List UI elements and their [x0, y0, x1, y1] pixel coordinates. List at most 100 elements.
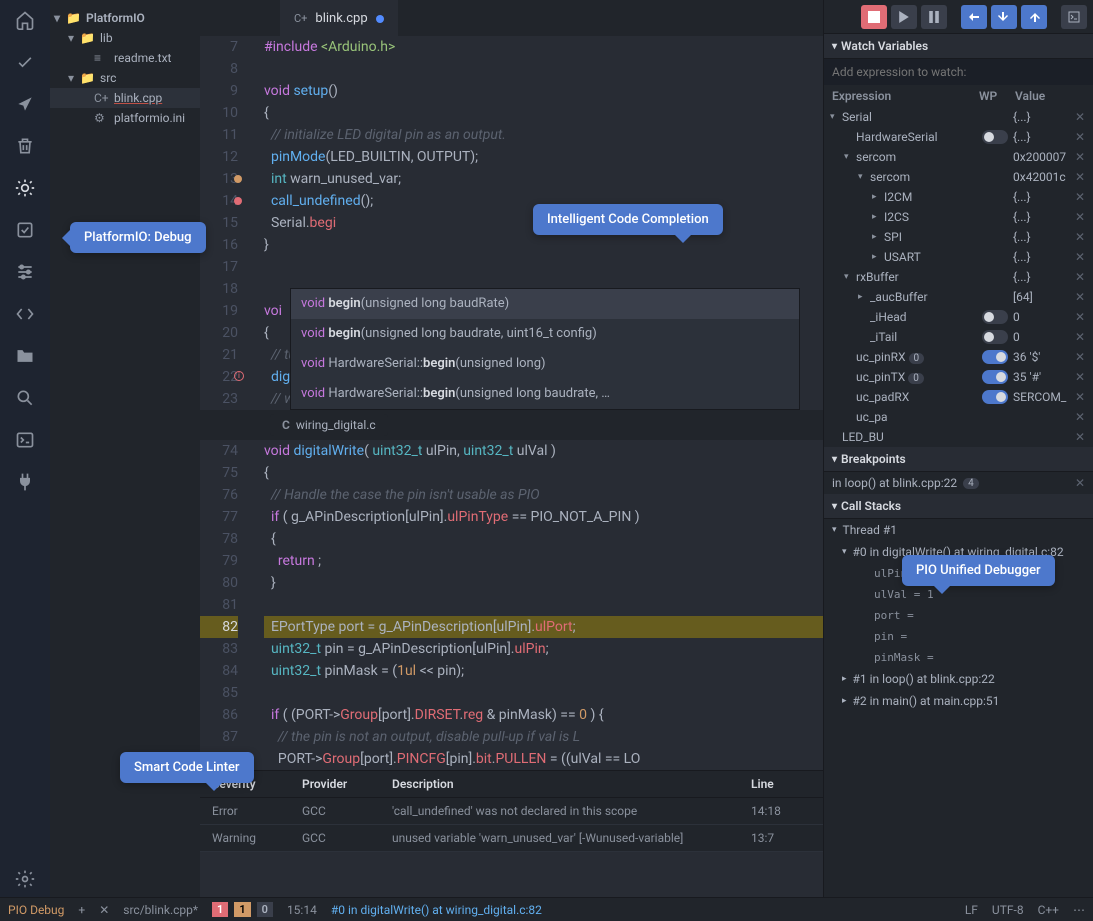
- error-marker[interactable]: [234, 197, 242, 205]
- tab-wiring[interactable]: C wiring_digital.c: [270, 414, 388, 436]
- tree-item-readme-txt[interactable]: ≡readme.txt: [50, 48, 200, 68]
- ac-item[interactable]: void HardwareSerial::begin(unsigned long…: [291, 349, 799, 379]
- var-row[interactable]: ▾sercom0x42001c✕: [824, 167, 1093, 187]
- remove-icon[interactable]: ✕: [1073, 430, 1087, 444]
- trash-icon[interactable]: [13, 134, 37, 158]
- remove-icon[interactable]: ✕: [1073, 190, 1087, 204]
- watchpoint-toggle[interactable]: [982, 330, 1008, 344]
- sliders-icon[interactable]: [13, 260, 37, 284]
- status-file[interactable]: src/blink.cpp*: [123, 903, 198, 917]
- upload-icon[interactable]: [13, 92, 37, 116]
- lint-row[interactable]: ErrorGCC'call_undefined' was not declare…: [200, 798, 823, 825]
- var-row[interactable]: ▾rxBuffer{...}✕: [824, 267, 1093, 287]
- thread-row[interactable]: ▾Thread #1: [824, 519, 1093, 541]
- tree-item-lib[interactable]: ▾📁lib: [50, 28, 200, 48]
- remove-icon[interactable]: ✕: [1073, 310, 1087, 324]
- editor-2[interactable]: 747576777879808182838485868788 void digi…: [200, 440, 823, 770]
- remove-icon[interactable]: ✕: [1073, 270, 1087, 284]
- remove-icon[interactable]: ✕: [1073, 330, 1087, 344]
- watch-header[interactable]: ▾Watch Variables: [824, 34, 1093, 59]
- status-enc[interactable]: UTF-8: [992, 903, 1024, 917]
- callstacks-header[interactable]: ▾Call Stacks: [824, 494, 1093, 519]
- var-row[interactable]: ▾Serial{...}✕: [824, 107, 1093, 127]
- var-row[interactable]: ▸USART{...}✕: [824, 247, 1093, 267]
- var-row[interactable]: ▸I2CS{...}✕: [824, 207, 1093, 227]
- watch-input[interactable]: [824, 59, 1093, 85]
- remove-icon[interactable]: ✕: [1073, 290, 1087, 304]
- var-row[interactable]: _iHead0✕: [824, 307, 1093, 327]
- var-row[interactable]: uc_pa✕: [824, 407, 1093, 427]
- play-button[interactable]: [891, 5, 917, 29]
- ac-item[interactable]: void HardwareSerial::begin(unsigned long…: [291, 379, 799, 409]
- var-row[interactable]: LED_BU✕: [824, 427, 1093, 447]
- plug-icon[interactable]: [13, 470, 37, 494]
- tree-root[interactable]: ▾📁PlatformIO: [50, 8, 200, 28]
- remove-icon[interactable]: ✕: [1073, 250, 1087, 264]
- remove-icon[interactable]: ✕: [1073, 130, 1087, 144]
- remove-icon[interactable]: ✕: [1073, 410, 1087, 424]
- var-row[interactable]: ▾sercom0x200007✕: [824, 147, 1093, 167]
- folder-icon[interactable]: [13, 344, 37, 368]
- lint-h-description[interactable]: Description: [392, 777, 751, 791]
- terminal-icon[interactable]: [13, 428, 37, 452]
- remove-icon[interactable]: ✕: [1073, 370, 1087, 384]
- breakpoints-header[interactable]: ▾Breakpoints: [824, 447, 1093, 472]
- tab-blink[interactable]: C+ blink.cpp: [280, 0, 398, 36]
- breakpoint-marker[interactable]: i: [234, 371, 244, 381]
- code-icon[interactable]: [13, 302, 37, 326]
- watchpoint-toggle[interactable]: [982, 390, 1008, 404]
- tree-item-src[interactable]: ▾📁src: [50, 68, 200, 88]
- status-lf[interactable]: LF: [965, 903, 978, 917]
- watchpoint-toggle[interactable]: [982, 130, 1008, 144]
- var-row[interactable]: ▸I2CM{...}✕: [824, 187, 1093, 207]
- pause-button[interactable]: [921, 5, 947, 29]
- var-row[interactable]: ▸_aucBuffer[64]✕: [824, 287, 1093, 307]
- stack-frame[interactable]: ▸#1 in loop() at blink.cpp:22: [824, 668, 1093, 690]
- status-frame[interactable]: #0 in digitalWrite() at wiring_digital.c…: [331, 903, 542, 917]
- warning-marker[interactable]: [234, 175, 242, 183]
- var-row[interactable]: ▸SPI{...}✕: [824, 227, 1093, 247]
- lint-row[interactable]: WarningGCCunused variable 'warn_unused_v…: [200, 825, 823, 852]
- step-over-button[interactable]: [961, 5, 987, 29]
- stop-button[interactable]: [861, 5, 887, 29]
- status-diagnostics[interactable]: 1 1 0: [212, 902, 273, 917]
- remove-icon[interactable]: ✕: [1073, 170, 1087, 184]
- var-row[interactable]: uc_pinTX 035 '#'✕: [824, 367, 1093, 387]
- var-row[interactable]: _iTail0✕: [824, 327, 1093, 347]
- lint-h-provider[interactable]: Provider: [302, 777, 392, 791]
- watchpoint-toggle[interactable]: [982, 310, 1008, 324]
- remove-icon[interactable]: ✕: [1075, 476, 1085, 490]
- watchpoint-toggle[interactable]: [982, 370, 1008, 384]
- check-icon[interactable]: [13, 50, 37, 74]
- remove-icon[interactable]: ✕: [1073, 150, 1087, 164]
- lint-h-line[interactable]: Line: [751, 777, 811, 791]
- var-row[interactable]: uc_pinRX 036 '$'✕: [824, 347, 1093, 367]
- search-icon[interactable]: [13, 386, 37, 410]
- editor-1[interactable]: 7891011121314151617181920212223 i #inclu…: [200, 36, 823, 410]
- bug-icon[interactable]: [13, 176, 37, 200]
- ac-item[interactable]: void begin(unsigned long baudRate): [291, 289, 799, 319]
- ac-item[interactable]: void begin(unsigned long baudrate, uint1…: [291, 319, 799, 349]
- test-icon[interactable]: [13, 218, 37, 242]
- console-button[interactable]: [1061, 5, 1087, 29]
- home-icon[interactable]: [13, 8, 37, 32]
- step-out-button[interactable]: [1021, 5, 1047, 29]
- stack-frame[interactable]: ▸#2 in main() at main.cpp:51: [824, 690, 1093, 712]
- status-lang[interactable]: C++: [1038, 903, 1059, 917]
- remove-icon[interactable]: ✕: [1073, 230, 1087, 244]
- status-more[interactable]: ⋯: [1073, 903, 1085, 917]
- watchpoint-toggle[interactable]: [982, 350, 1008, 364]
- remove-icon[interactable]: ✕: [1073, 390, 1087, 404]
- status-add[interactable]: +: [78, 903, 85, 917]
- tree-item-blink-cpp[interactable]: C+blink.cpp: [50, 88, 200, 108]
- breakpoint-row[interactable]: in loop() at blink.cpp:22 4✕: [824, 472, 1093, 494]
- var-row[interactable]: HardwareSerial{...}✕: [824, 127, 1093, 147]
- tree-item-platformio-ini[interactable]: ⚙platformio.ini: [50, 108, 200, 128]
- status-close[interactable]: ✕: [99, 903, 109, 917]
- remove-icon[interactable]: ✕: [1073, 350, 1087, 364]
- status-pio-debug[interactable]: PIO Debug: [8, 903, 64, 917]
- step-into-button[interactable]: [991, 5, 1017, 29]
- status-cursor[interactable]: 15:14: [287, 903, 317, 917]
- remove-icon[interactable]: ✕: [1073, 110, 1087, 124]
- gear-icon[interactable]: [13, 867, 37, 891]
